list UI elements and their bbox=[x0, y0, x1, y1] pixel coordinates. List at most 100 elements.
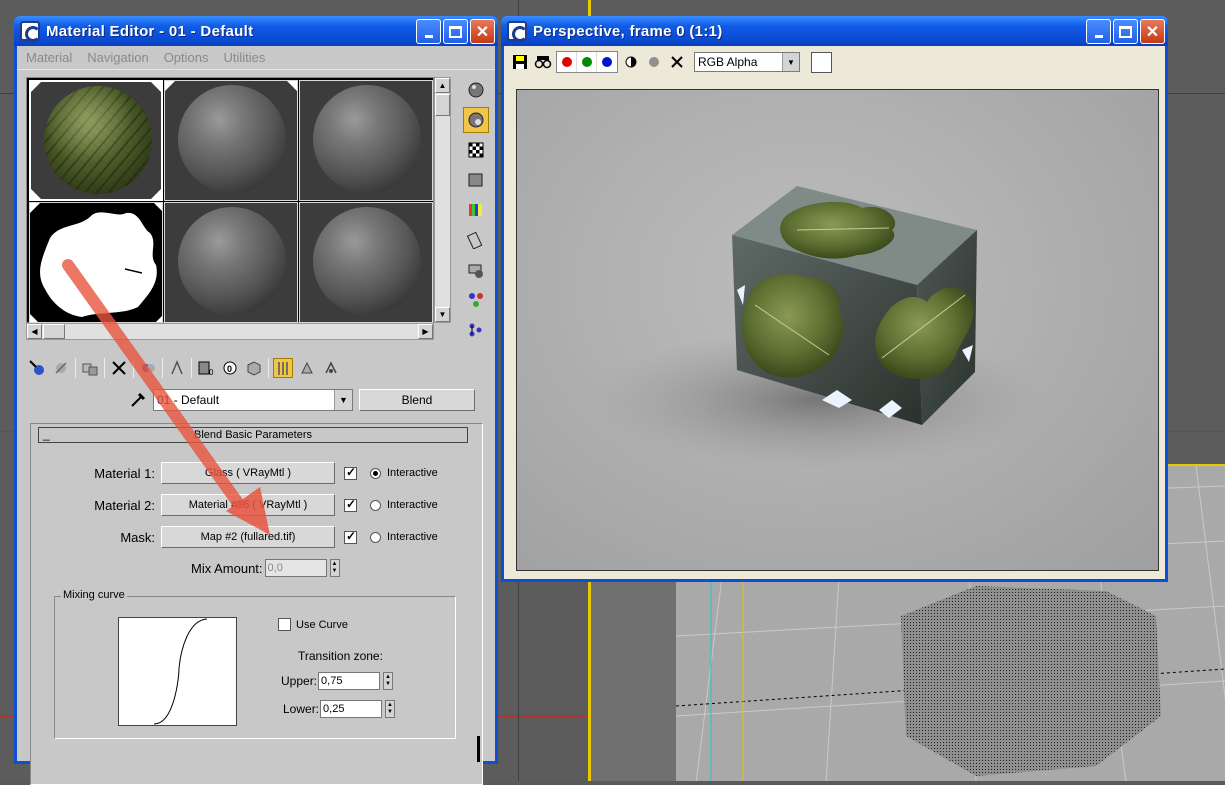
menu-bar: Material Navigation Options Utilities bbox=[17, 46, 495, 70]
options-button[interactable] bbox=[463, 257, 489, 283]
alpha-channel-toggle[interactable] bbox=[621, 52, 641, 72]
material-1-enable-checkbox[interactable] bbox=[344, 465, 357, 480]
material-effects-channel-button[interactable]: 0 bbox=[196, 358, 216, 378]
blue-channel-toggle[interactable] bbox=[597, 52, 617, 72]
rollout-header[interactable]: _ Blend Basic Parameters bbox=[38, 427, 468, 443]
mask-map-button[interactable]: Map #2 (fullared.tif) bbox=[161, 526, 335, 548]
material-map-navigator-button[interactable] bbox=[321, 358, 341, 378]
default-material-sphere bbox=[313, 85, 421, 193]
material-navigator-button[interactable] bbox=[463, 317, 489, 343]
scroll-left-button[interactable]: ◀ bbox=[27, 324, 42, 339]
maximize-button[interactable] bbox=[1113, 19, 1138, 44]
material-name-field[interactable]: 01 - Default ▼ bbox=[153, 389, 353, 411]
lower-row: Lower: 0,25 ▲ ▼ bbox=[283, 700, 396, 718]
use-curve-checkbox[interactable] bbox=[278, 618, 291, 631]
material-editor-window[interactable]: Material Editor - 01 - Default ✕ Materia… bbox=[14, 16, 498, 785]
get-material-button[interactable] bbox=[27, 358, 47, 378]
mixing-curve-title: Mixing curve bbox=[61, 589, 127, 601]
sample-type-sphere-button[interactable] bbox=[463, 77, 489, 103]
slots-horizontal-scrollbar[interactable]: ◀ ▶ bbox=[26, 323, 434, 340]
upper-input[interactable]: 0,75 bbox=[318, 672, 381, 690]
default-material-sphere bbox=[178, 207, 286, 315]
make-preview-button[interactable] bbox=[463, 227, 489, 253]
mix-amount-input[interactable]: 0,0 bbox=[264, 559, 327, 577]
assign-material-button[interactable] bbox=[80, 358, 100, 378]
close-button[interactable]: ✕ bbox=[470, 19, 495, 44]
green-channel-toggle[interactable] bbox=[577, 52, 597, 72]
close-button[interactable]: ✕ bbox=[1140, 19, 1165, 44]
save-bitmap-button[interactable] bbox=[510, 52, 530, 72]
show-map-in-viewport-button[interactable]: 0 bbox=[220, 358, 240, 378]
material-1-button[interactable]: Glass ( VRayMtl ) bbox=[161, 462, 335, 484]
square-icon bbox=[468, 173, 483, 187]
upper-spinner[interactable]: ▲ ▼ bbox=[383, 672, 394, 690]
scroll-thumb[interactable] bbox=[43, 324, 65, 339]
material-2-enable-checkbox[interactable] bbox=[344, 497, 357, 512]
slots-vertical-scrollbar[interactable]: ▲ ▼ bbox=[434, 77, 451, 323]
mask-enable-checkbox[interactable] bbox=[344, 529, 357, 544]
material-2-interactive-radio[interactable] bbox=[370, 499, 381, 511]
scroll-right-button[interactable]: ▶ bbox=[418, 324, 433, 339]
menu-options[interactable]: Options bbox=[164, 50, 209, 65]
side-toolbar bbox=[463, 77, 493, 347]
slot-corner bbox=[151, 82, 161, 92]
frame-window-titlebar[interactable]: Perspective, frame 0 (1:1) ✕ bbox=[501, 16, 1168, 46]
maximize-button[interactable] bbox=[443, 19, 468, 44]
sample-slot-6[interactable] bbox=[299, 202, 433, 323]
scroll-thumb[interactable] bbox=[435, 94, 450, 116]
put-to-library-button[interactable] bbox=[167, 358, 187, 378]
sample-uv-tiling-button[interactable] bbox=[463, 167, 489, 193]
menu-navigation[interactable]: Navigation bbox=[87, 50, 148, 65]
menu-material[interactable]: Material bbox=[26, 50, 72, 65]
monochrome-toggle[interactable] bbox=[644, 52, 664, 72]
scroll-down-button[interactable]: ▼ bbox=[435, 307, 450, 322]
video-color-check-button[interactable] bbox=[463, 197, 489, 223]
show-map-icon: 0 bbox=[223, 361, 237, 375]
scroll-up-button[interactable]: ▲ bbox=[435, 78, 450, 93]
toolbar-separator bbox=[133, 358, 134, 378]
red-dot-icon bbox=[561, 57, 572, 67]
leaf-material-sphere bbox=[44, 86, 152, 194]
rendered-frame-window[interactable]: Perspective, frame 0 (1:1) ✕ RGB Alpha ▼ bbox=[501, 16, 1168, 582]
mask-interactive-radio[interactable] bbox=[370, 531, 381, 543]
minimize-button[interactable] bbox=[1086, 19, 1111, 44]
backlight-sphere-icon bbox=[468, 112, 484, 128]
clone-window-button[interactable] bbox=[533, 52, 553, 72]
backlight-button[interactable] bbox=[463, 107, 489, 133]
material-type-button[interactable]: Blend bbox=[359, 389, 475, 411]
select-by-material-button[interactable] bbox=[463, 287, 489, 313]
sample-slot-3[interactable] bbox=[299, 80, 433, 201]
chevron-down-icon[interactable]: ▼ bbox=[782, 53, 799, 71]
put-material-button[interactable] bbox=[51, 358, 71, 378]
chevron-down-icon[interactable]: ▼ bbox=[334, 390, 352, 410]
lower-input[interactable]: 0,25 bbox=[320, 700, 383, 718]
panel-scrollbar[interactable] bbox=[477, 736, 480, 762]
sample-slot-1[interactable] bbox=[29, 80, 163, 201]
3dsmax-app-icon bbox=[507, 21, 528, 42]
close-icon: ✕ bbox=[1145, 23, 1160, 41]
show-end-result-button[interactable] bbox=[244, 358, 264, 378]
material-1-interactive-radio[interactable] bbox=[370, 467, 381, 479]
pick-material-from-object-icon[interactable] bbox=[129, 391, 147, 409]
sphere-icon bbox=[468, 82, 484, 98]
background-button[interactable] bbox=[463, 137, 489, 163]
menu-utilities[interactable]: Utilities bbox=[224, 50, 266, 65]
material-1-label: Material 1: bbox=[94, 465, 155, 481]
go-forward-to-sibling-button[interactable] bbox=[297, 358, 317, 378]
reset-map-button[interactable] bbox=[109, 358, 129, 378]
go-to-parent-button[interactable] bbox=[273, 358, 293, 378]
sample-slot-4[interactable] bbox=[29, 202, 163, 323]
sample-slot-2[interactable] bbox=[164, 80, 298, 201]
lower-spinner[interactable]: ▲ ▼ bbox=[385, 700, 396, 718]
minimize-button[interactable] bbox=[416, 19, 441, 44]
material-editor-titlebar[interactable]: Material Editor - 01 - Default ✕ bbox=[14, 16, 498, 46]
material-2-button[interactable]: Material #26 ( VRayMtl ) bbox=[161, 494, 335, 516]
clear-button[interactable] bbox=[667, 52, 687, 72]
mix-amount-spinner[interactable]: ▲ ▼ bbox=[329, 559, 340, 577]
red-channel-toggle[interactable] bbox=[557, 52, 577, 72]
navigator-icon bbox=[325, 361, 337, 374]
sample-slot-5[interactable] bbox=[164, 202, 298, 323]
display-channel-select[interactable]: RGB Alpha ▼ bbox=[694, 52, 800, 72]
make-unique-button[interactable] bbox=[138, 358, 158, 378]
color-swatch[interactable] bbox=[811, 51, 832, 73]
